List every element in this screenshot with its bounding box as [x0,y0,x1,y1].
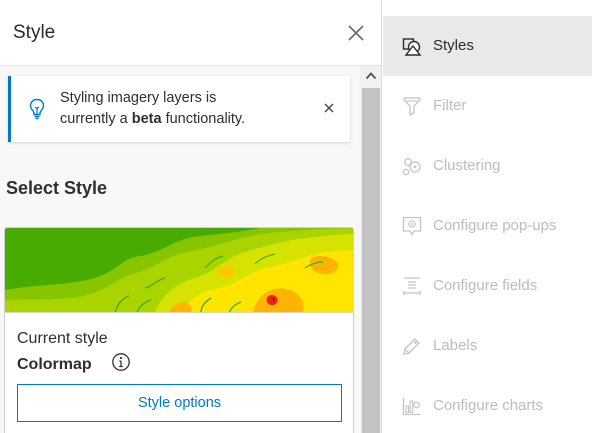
close-panel-button[interactable] [344,21,368,45]
panel-title: Style [13,22,56,43]
info-icon [112,353,130,371]
style-options-button[interactable]: Style options [17,384,342,422]
label-icon [403,338,420,355]
dismiss-notice-button[interactable] [321,100,337,116]
scrollbar-thumb[interactable] [362,88,380,433]
menu-label-labels: Labels [433,337,478,354]
style-panel: Style Styling imagery layers is currentl… [0,0,382,433]
menu-label-styles: Styles [433,37,474,54]
style-info-button[interactable] [111,352,131,372]
menu-label-filter: Filter [433,97,467,114]
close-icon [348,25,364,41]
colormap-preview-image [5,228,353,312]
menu-item-styles[interactable]: Styles [383,16,592,76]
scroll-up-button[interactable] [360,66,381,86]
select-style-heading: Select Style [6,178,108,198]
current-style-label: Current style [17,330,108,347]
current-style-name: Colormap [17,356,92,373]
layer-settings-menu: Styles Filter Clustering Configure pop-u… [383,0,592,433]
menu-label-configure-charts: Configure charts [433,397,544,414]
panel-content: Styling imagery layers is currently a be… [0,66,360,433]
notice-message: Styling imagery layers is currently a be… [60,88,300,130]
fields-icon [403,277,421,295]
menu-label-clustering: Clustering [433,157,501,174]
close-icon [324,103,334,113]
styles-icon [402,38,422,56]
popup-icon [402,216,422,236]
menu-item-configure-popups[interactable]: Configure pop-ups [383,196,592,256]
notice-line-2-pre: currently a [60,111,132,127]
panel-scrollbar[interactable] [360,66,381,433]
menu-label-configure-popups: Configure pop-ups [433,217,557,234]
menu-item-labels[interactable]: Labels [383,316,592,376]
lightbulb-icon [29,98,45,120]
menu-item-configure-fields[interactable]: Configure fields [383,256,592,316]
filter-icon [403,97,421,117]
current-style-card: Current style Colormap Style options [4,227,354,433]
notice-line-2-post: functionality. [161,111,246,127]
clustering-icon [402,158,421,176]
colormap-preview [5,228,353,313]
panel-header: Style [0,0,381,66]
beta-notice: Styling imagery layers is currently a be… [8,76,350,142]
notice-beta-word: beta [131,111,162,127]
menu-item-clustering[interactable]: Clustering [383,136,592,196]
menu-item-configure-charts[interactable]: Configure charts [383,376,592,433]
menu-item-filter[interactable]: Filter [383,76,592,136]
notice-line-1: Styling imagery layers is [60,90,217,106]
menu-label-configure-fields: Configure fields [433,277,538,294]
charts-icon [402,398,421,416]
chevron-up-icon [365,72,377,80]
